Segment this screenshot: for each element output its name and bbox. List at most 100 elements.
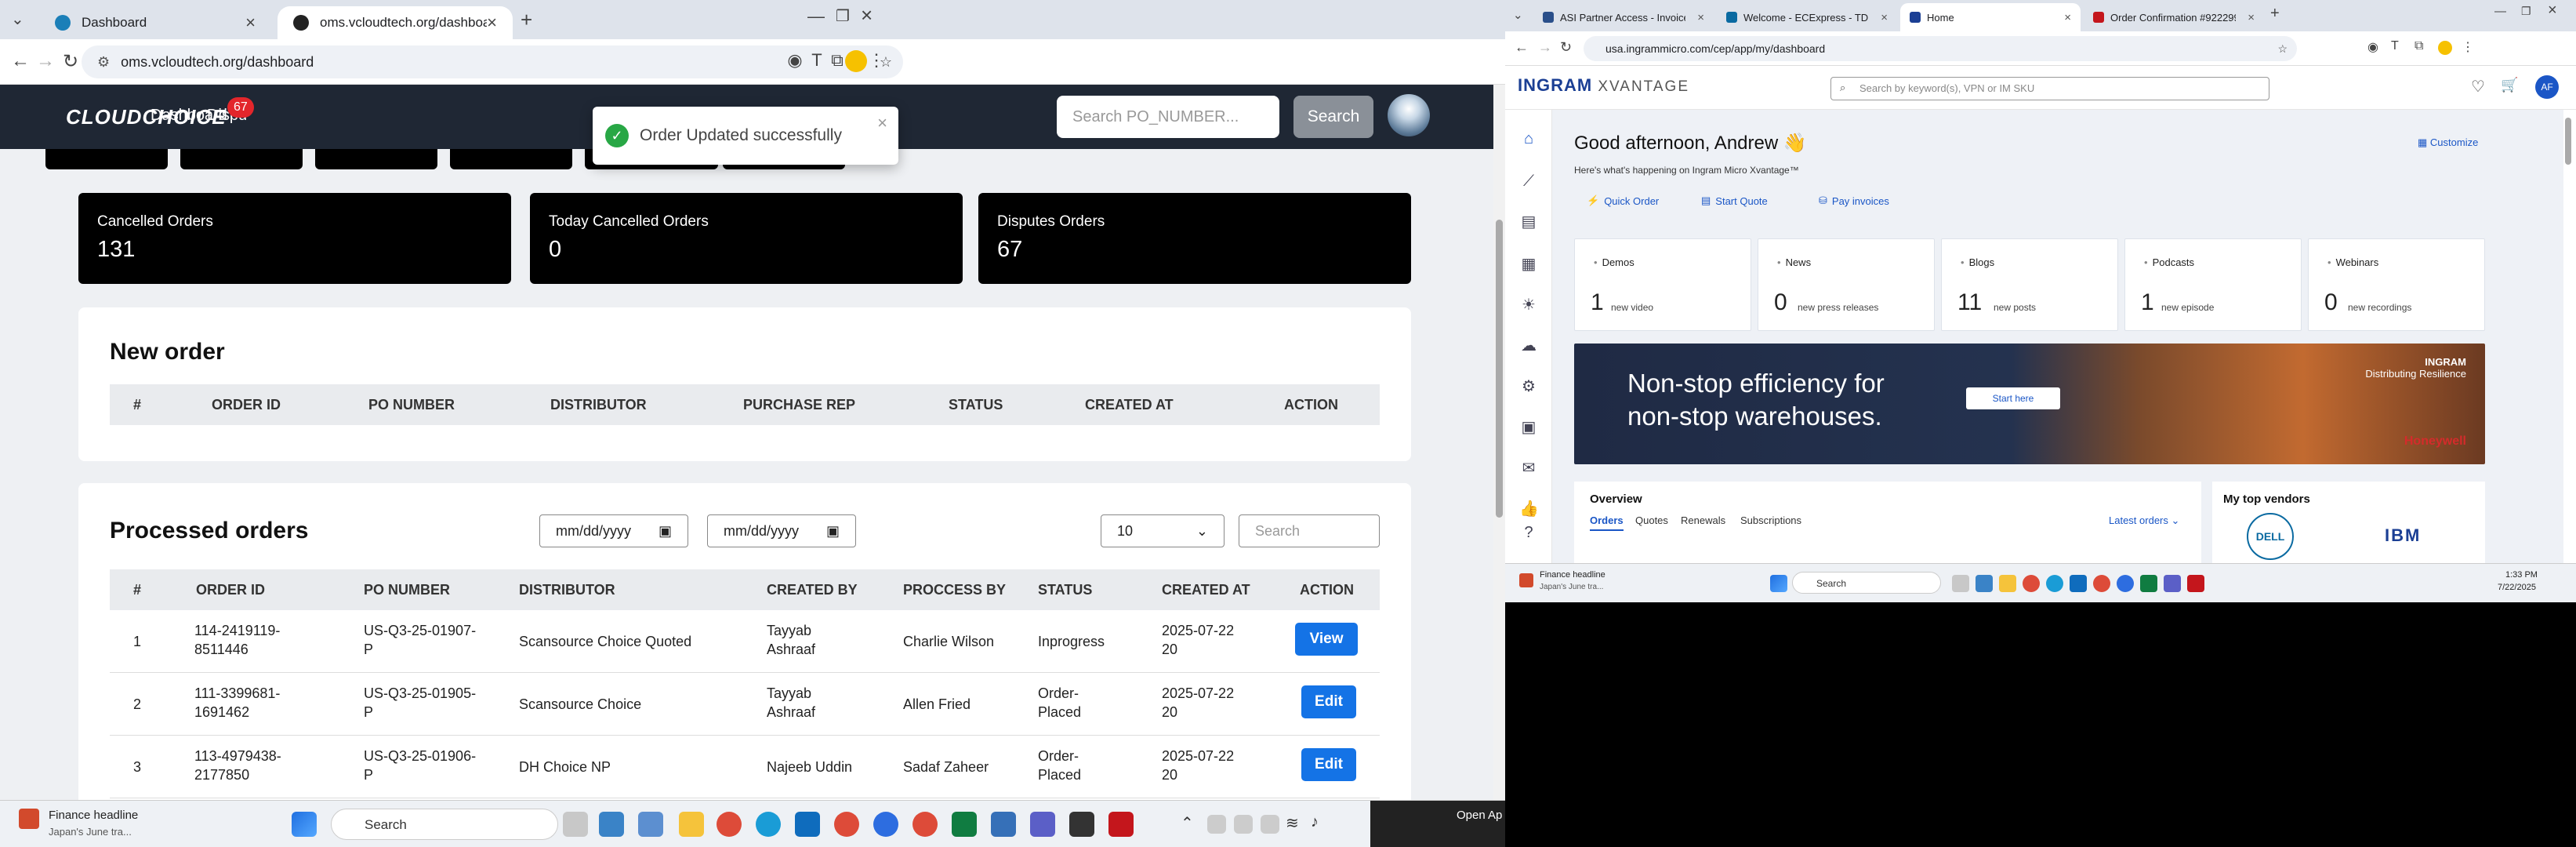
excel-icon[interactable] (952, 812, 977, 837)
chrome-icon[interactable] (2023, 575, 2040, 592)
translate-icon[interactable]: T (2391, 39, 2399, 53)
acrobat-icon[interactable] (1108, 812, 1134, 837)
insights-icon[interactable]: ☀ (1519, 295, 1538, 314)
metric-card-blogs[interactable]: Blogs 11 new posts (1941, 238, 2118, 331)
chrome-icon[interactable] (912, 812, 938, 837)
disputes-orders-card[interactable]: Disputes Orders 67 (978, 193, 1411, 284)
inbox-icon[interactable]: ✉ (1519, 458, 1538, 477)
forward-icon[interactable]: → (1538, 39, 1552, 56)
teams-icon[interactable] (1030, 812, 1055, 837)
app-icon[interactable] (599, 812, 624, 837)
product-search-input[interactable]: Search by keyword(s), VPN or IM SKU (1830, 77, 2269, 100)
cart-icon[interactable]: 🛒 (2501, 77, 2518, 93)
new-tab-icon[interactable]: + (521, 8, 532, 32)
pay-invoices-link[interactable]: ⛁ Pay invoices (1819, 194, 1889, 207)
page-size-select[interactable]: 10 ⌄ (1101, 514, 1225, 547)
metric-card-news[interactable]: News 0 new press releases (1758, 238, 1935, 331)
toast-close-icon[interactable]: × (877, 113, 887, 133)
extension-icon[interactable]: ◉ (784, 50, 806, 72)
po-search-input[interactable]: Search PO_NUMBER... (1057, 96, 1279, 138)
start-date-input[interactable]: mm/dd/yyyy ▣ (539, 514, 688, 547)
restore-icon[interactable]: ❐ (2521, 5, 2531, 18)
excel-icon[interactable] (2140, 575, 2157, 592)
windows-start-icon[interactable] (292, 812, 317, 837)
tab-subscriptions[interactable]: Subscriptions (1740, 514, 1801, 526)
edge-icon[interactable] (2046, 575, 2063, 592)
task-view-icon[interactable] (1952, 575, 1969, 592)
tab-quotes[interactable]: Quotes (1635, 514, 1668, 526)
analytics-icon[interactable]: ⟋ (1519, 173, 1538, 191)
metric-card-demos[interactable]: Demos 1 new video (1574, 238, 1751, 331)
back-icon[interactable]: ← (11, 50, 30, 72)
url-field[interactable]: ⚙ oms.vcloudtech.org/dashboard ☆ (82, 45, 903, 78)
taskbar-search[interactable]: Search (331, 809, 558, 840)
app-icon[interactable] (991, 812, 1016, 837)
user-avatar[interactable]: AF (2535, 75, 2559, 99)
end-date-input[interactable]: mm/dd/yyyy ▣ (707, 514, 856, 547)
outlook-icon[interactable] (2070, 575, 2087, 592)
tab-asi-partner[interactable]: ASI Partner Access - Invoice Hi × (1533, 3, 1714, 31)
home-icon[interactable]: ⌂ (1519, 130, 1538, 149)
header-search-button[interactable]: Search (1293, 96, 1373, 138)
tab-order-confirmation[interactable]: Order Confirmation #922299... × (2084, 3, 2264, 31)
orders-icon[interactable]: ▦ (1519, 254, 1538, 273)
close-icon[interactable]: × (2248, 11, 2255, 24)
support-icon[interactable]: ⚙ (1519, 376, 1538, 395)
puzzle-icon[interactable]: ⧉ (2415, 39, 2423, 53)
zoom-icon[interactable] (2117, 575, 2134, 592)
outlook-icon[interactable] (795, 812, 820, 837)
calendar-icon[interactable]: ▣ (659, 523, 672, 540)
back-icon[interactable]: ← (1515, 39, 1529, 56)
help-icon[interactable]: ? (1519, 524, 1538, 543)
heart-icon[interactable]: ♡ (2471, 77, 2485, 96)
tab-search-icon[interactable]: ⌄ (1513, 8, 1523, 22)
close-icon[interactable]: × (1697, 11, 1704, 24)
app-icon[interactable] (1069, 812, 1094, 837)
app-icon[interactable] (638, 812, 663, 837)
close-icon[interactable]: × (2064, 11, 2071, 24)
scrollbar-thumb[interactable] (2565, 118, 2571, 165)
chrome-icon[interactable] (834, 812, 859, 837)
cancelled-orders-card[interactable]: Cancelled Orders 131 (78, 193, 511, 284)
translate-icon[interactable]: T (806, 50, 828, 72)
clock-time[interactable]: 1:33 PM (2505, 570, 2538, 580)
extension-icon[interactable]: ◉ (2367, 39, 2378, 55)
new-tab-icon[interactable]: + (2270, 5, 2280, 23)
bookmark-star-icon[interactable]: ☆ (2277, 42, 2288, 56)
chrome-icon[interactable] (2093, 575, 2110, 592)
minimize-icon[interactable]: — (2494, 5, 2506, 18)
avatar[interactable] (1388, 94, 1430, 136)
calendar-icon[interactable]: ▣ (1519, 417, 1538, 436)
ingram-logo[interactable]: INGRAM XVANTAGE (1518, 75, 1689, 96)
chevron-up-icon[interactable]: ⌃ (1181, 813, 1194, 833)
windows-start-icon[interactable] (1770, 575, 1787, 592)
menu-icon[interactable]: ⋮ (2462, 39, 2474, 55)
acrobat-icon[interactable] (2187, 575, 2204, 592)
edit-button[interactable]: Edit (1301, 748, 1356, 781)
thumbs-up-icon[interactable]: 👍 (1519, 499, 1539, 518)
tray-icon[interactable] (1261, 815, 1279, 834)
quick-order-link[interactable]: ⚡ Quick Order (1587, 194, 1659, 207)
tab-search-icon[interactable]: ⌄ (11, 9, 24, 29)
reload-icon[interactable]: ↻ (1560, 39, 1572, 56)
restore-icon[interactable]: ❐ (836, 6, 850, 26)
customize-link[interactable]: ▦ Customize (2418, 136, 2478, 149)
profile-icon[interactable] (2438, 41, 2452, 55)
ibm-logo[interactable]: IBM (2385, 525, 2421, 546)
file-explorer-icon[interactable] (679, 812, 704, 837)
view-button[interactable]: View (1295, 623, 1358, 656)
reload-icon[interactable]: ↻ (63, 50, 78, 73)
minimize-icon[interactable]: — (807, 6, 825, 27)
close-icon[interactable]: × (245, 13, 256, 33)
file-explorer-icon[interactable] (1999, 575, 2016, 592)
edit-button[interactable]: Edit (1301, 685, 1356, 718)
table-search-input[interactable]: Search (1239, 514, 1380, 547)
metric-card-podcasts[interactable]: Podcasts 1 new episode (2124, 238, 2302, 331)
tab-renewals[interactable]: Renewals (1681, 514, 1725, 526)
profile-icon[interactable] (845, 50, 867, 72)
window-close-icon[interactable]: × (861, 3, 873, 27)
tab-home[interactable]: Home × (1900, 3, 2081, 31)
menu-icon[interactable]: ⋮ (865, 50, 887, 72)
teams-icon[interactable] (2164, 575, 2181, 592)
tab-orders[interactable]: Orders (1590, 514, 1624, 531)
